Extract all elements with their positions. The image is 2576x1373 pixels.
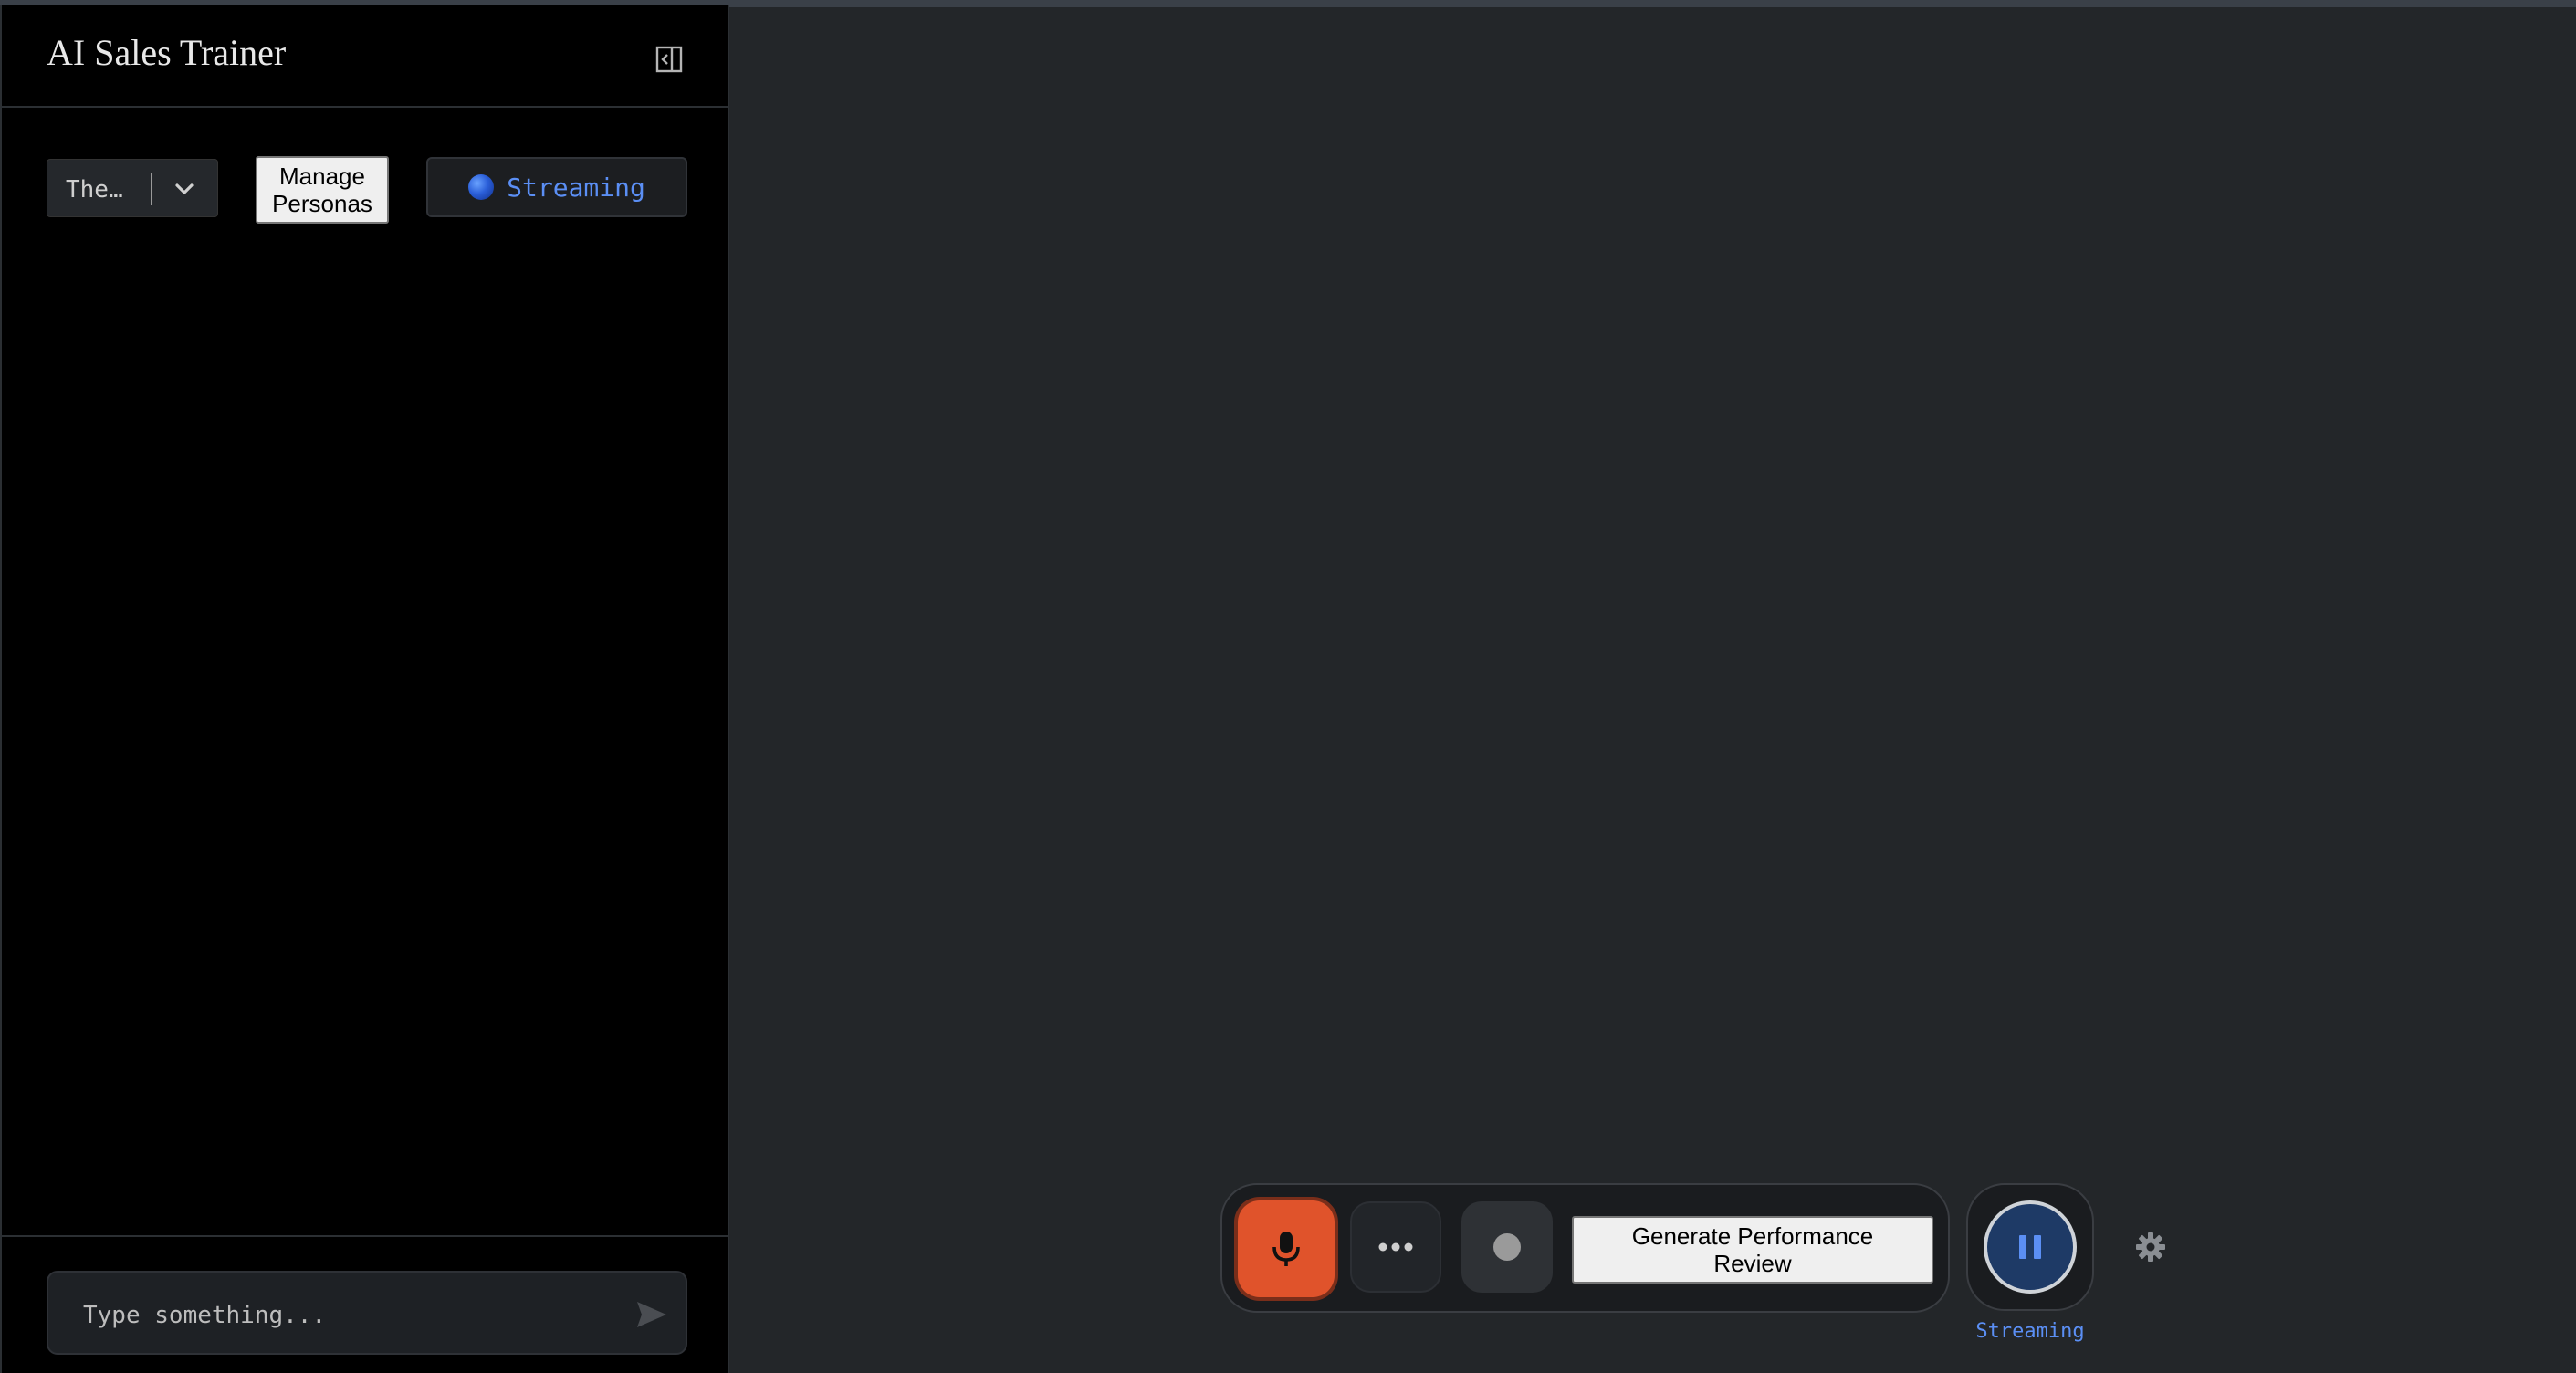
send-button[interactable]	[630, 1293, 674, 1336]
app-root: AI Sales Trainer The… Manage Personas St…	[0, 0, 2576, 1373]
app-title: AI Sales Trainer	[47, 32, 287, 73]
microphone-icon	[1272, 1232, 1300, 1266]
persona-select-value: The…	[66, 176, 123, 204]
record-button[interactable]	[1461, 1201, 1553, 1293]
gear-icon	[2136, 1232, 2165, 1262]
more-options-button[interactable]	[1350, 1201, 1441, 1293]
message-input-box	[47, 1271, 687, 1355]
send-icon	[637, 1302, 666, 1327]
sidebar-header: AI Sales Trainer	[2, 5, 728, 108]
more-horizontal-icon	[1378, 1242, 1413, 1252]
voice-control-bar: Generate Performance Review	[1220, 1183, 1950, 1313]
sidebar-collapse-icon	[655, 46, 683, 73]
sidebar-footer	[2, 1235, 728, 1373]
generate-performance-review-button[interactable]: Generate Performance Review	[1572, 1216, 1933, 1284]
streaming-toggle-button[interactable]: Streaming	[426, 157, 687, 217]
pause-button-wrapper	[1966, 1183, 2094, 1311]
microphone-button[interactable]	[1238, 1200, 1335, 1297]
select-divider	[151, 173, 152, 205]
streaming-label: Streaming	[507, 172, 645, 203]
persona-select[interactable]: The…	[47, 159, 218, 217]
streaming-status-icon	[468, 174, 495, 200]
collapse-sidebar-button[interactable]	[651, 41, 687, 78]
sidebar-controls: The… Manage Personas Streaming	[2, 152, 728, 225]
pause-caption: Streaming	[1975, 1320, 2085, 1343]
sidebar: AI Sales Trainer The… Manage Personas St…	[0, 5, 729, 1373]
record-icon	[1493, 1233, 1521, 1261]
pause-button[interactable]	[1984, 1200, 2077, 1294]
settings-button[interactable]	[2132, 1229, 2169, 1265]
message-input[interactable]	[81, 1296, 596, 1335]
manage-personas-button[interactable]: Manage Personas	[256, 156, 389, 224]
chevron-down-icon	[166, 171, 203, 207]
pause-icon	[2019, 1235, 2041, 1259]
